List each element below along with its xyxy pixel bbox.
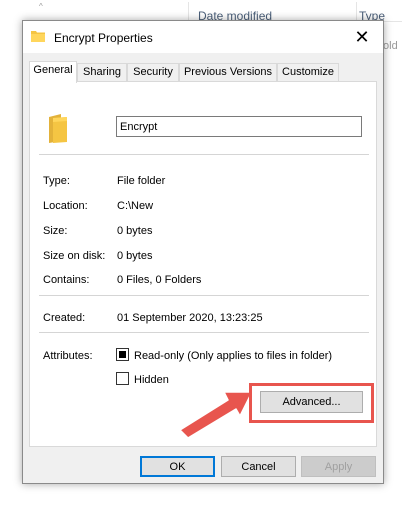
dialog-titlebar[interactable]: Encrypt Properties ✕ [23, 21, 383, 53]
tab-sharing[interactable]: Sharing [77, 63, 127, 82]
readonly-label: Read-only (Only applies to files in fold… [134, 350, 333, 362]
properties-dialog: Encrypt Properties ✕ General Sharing Sec… [22, 20, 384, 484]
dialog-client: General Sharing Security Previous Versio… [23, 53, 383, 483]
divider [39, 154, 369, 155]
tab-customize[interactable]: Customize [277, 63, 339, 82]
explorer-column-header: Date modified Type [30, 0, 402, 24]
tab-previous-versions[interactable]: Previous Versions [179, 63, 277, 82]
apply-button[interactable]: Apply [301, 456, 376, 477]
created-value: 01 September 2020, 13:23:25 [117, 312, 263, 324]
size-on-disk-label: Size on disk: [43, 250, 106, 262]
general-panel: Type: File folder Location: C:\New Size:… [29, 81, 377, 447]
type-label: Type: [43, 175, 70, 187]
folder-icon [31, 31, 45, 42]
ok-button[interactable]: OK [140, 456, 215, 477]
close-button[interactable]: ✕ [341, 21, 383, 53]
divider [39, 332, 369, 333]
size-label: Size: [43, 225, 68, 237]
checkbox-indeterminate-mark [119, 351, 126, 358]
type-value: File folder [117, 175, 166, 187]
hidden-checkbox[interactable] [116, 372, 129, 385]
created-label: Created: [43, 312, 86, 324]
folder-icon [49, 114, 67, 143]
sort-up-icon: ^ [39, 2, 43, 11]
close-icon: ✕ [354, 26, 370, 47]
dialog-footer: OK Cancel Apply [23, 451, 383, 481]
location-value: C:\New [117, 200, 154, 212]
red-arrow-annotation [179, 391, 253, 437]
tab-general[interactable]: General [29, 61, 77, 83]
size-on-disk-value: 0 bytes [117, 250, 153, 262]
contains-label: Contains: [43, 274, 90, 286]
readonly-checkbox[interactable] [116, 348, 129, 361]
contains-value: 0 Files, 0 Folders [117, 274, 202, 286]
cancel-button[interactable]: Cancel [221, 456, 296, 477]
size-value: 0 bytes [117, 225, 153, 237]
dialog-title: Encrypt Properties [54, 31, 153, 45]
divider [39, 295, 369, 296]
location-label: Location: [43, 200, 88, 212]
advanced-button[interactable]: Advanced... [260, 391, 363, 413]
hidden-label: Hidden [134, 374, 169, 386]
attributes-label: Attributes: [43, 350, 93, 362]
folder-name-input[interactable] [116, 116, 362, 137]
tab-security[interactable]: Security [127, 63, 179, 82]
